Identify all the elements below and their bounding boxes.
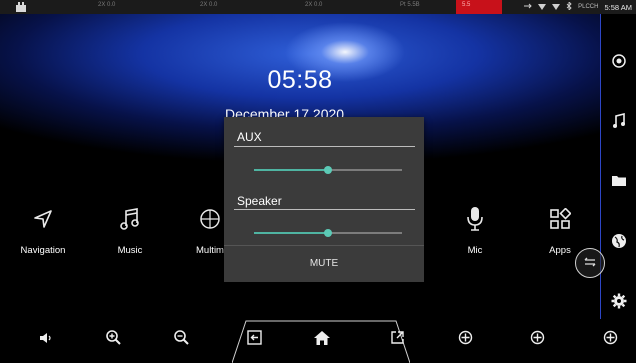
aux-divider [234,146,415,147]
usb-icon [523,2,532,12]
bluetooth-icon [566,0,572,12]
folder-icon [611,174,627,192]
app-label: Navigation [20,245,66,256]
speaker-volume-slider[interactable] [254,228,402,238]
status-bar: 2X 0.0 2X 0.0 2X 0.0 Pt 5.5B 5.5 PLCCH 5… [0,0,636,14]
crosshair-button[interactable] [450,327,480,353]
speaker-label: Speaker [237,194,282,208]
floating-back-button[interactable] [575,248,605,278]
status-right: PLCCH 5:58 AM [523,0,632,14]
crosshair-plus-icon [458,330,473,350]
settings-gear-icon [611,293,627,314]
open-external-button[interactable] [382,327,412,353]
aux-volume-slider[interactable] [254,165,402,175]
zoom-in-button[interactable] [98,327,128,353]
globe-icon [611,233,627,254]
crosshair-plus-icon [603,330,618,350]
status-segment: 2X 0.0 [305,2,323,8]
app-music[interactable]: Music [95,205,165,256]
music-note-icon [612,112,626,134]
music-note-icon [95,205,165,233]
slider-fill [254,169,328,171]
crosshair-plus-icon [530,330,545,350]
volume-dialog: AUX Speaker MUTE [224,117,424,282]
mute-button[interactable]: MUTE [224,245,424,282]
zoom-out-icon [173,330,189,350]
crosshair-button[interactable] [595,327,625,353]
clock: 05:58 [267,66,333,94]
volume-icon [39,331,53,349]
volume-button[interactable] [31,327,61,353]
app-navigation[interactable]: Navigation [8,205,78,256]
status-label: PLCCH [578,4,599,10]
right-sidebar [600,14,636,319]
open-external-icon [390,330,405,350]
slider-thumb[interactable] [324,166,332,174]
folder-button[interactable] [601,168,636,198]
status-alert-segment: 5.5 [456,0,502,14]
back-icon [247,330,263,350]
status-time: 5:58 AM [604,2,632,12]
status-alert-text: 5.5 [462,2,471,8]
aux-label: AUX [237,130,262,144]
status-segment: 2X 0.0 [98,2,116,8]
speaker-divider [234,209,415,210]
location-target-button[interactable] [601,48,636,78]
crosshair-button[interactable] [522,327,552,353]
location-target-icon [611,53,627,74]
bottom-bar [0,319,636,363]
signal-icon [552,3,561,12]
browser-button[interactable] [601,228,636,258]
home-icon [313,330,331,351]
music-shortcut-button[interactable] [601,108,636,138]
zoom-out-button[interactable] [166,327,196,353]
app-label: Mic [467,245,483,256]
screen: 2X 0.0 2X 0.0 2X 0.0 Pt 5.5B 5.5 PLCCH 5… [0,0,636,363]
apps-grid-icon [525,205,595,233]
wifi-icon [538,3,547,12]
home-status-icon [14,2,28,12]
slider-fill [254,232,328,234]
status-segment: 2X 0.0 [200,2,218,8]
swap-arrows-icon [583,254,597,272]
home-button[interactable] [307,327,337,353]
settings-button[interactable] [601,288,636,318]
app-mic[interactable]: Mic [440,205,510,256]
app-label: Music [117,245,143,256]
status-segment: Pt 5.5B [400,2,420,8]
zoom-in-icon [105,330,121,350]
microphone-icon [440,205,510,233]
back-button[interactable] [240,327,270,353]
navigation-arrow-icon [8,205,78,233]
slider-thumb[interactable] [324,229,332,237]
